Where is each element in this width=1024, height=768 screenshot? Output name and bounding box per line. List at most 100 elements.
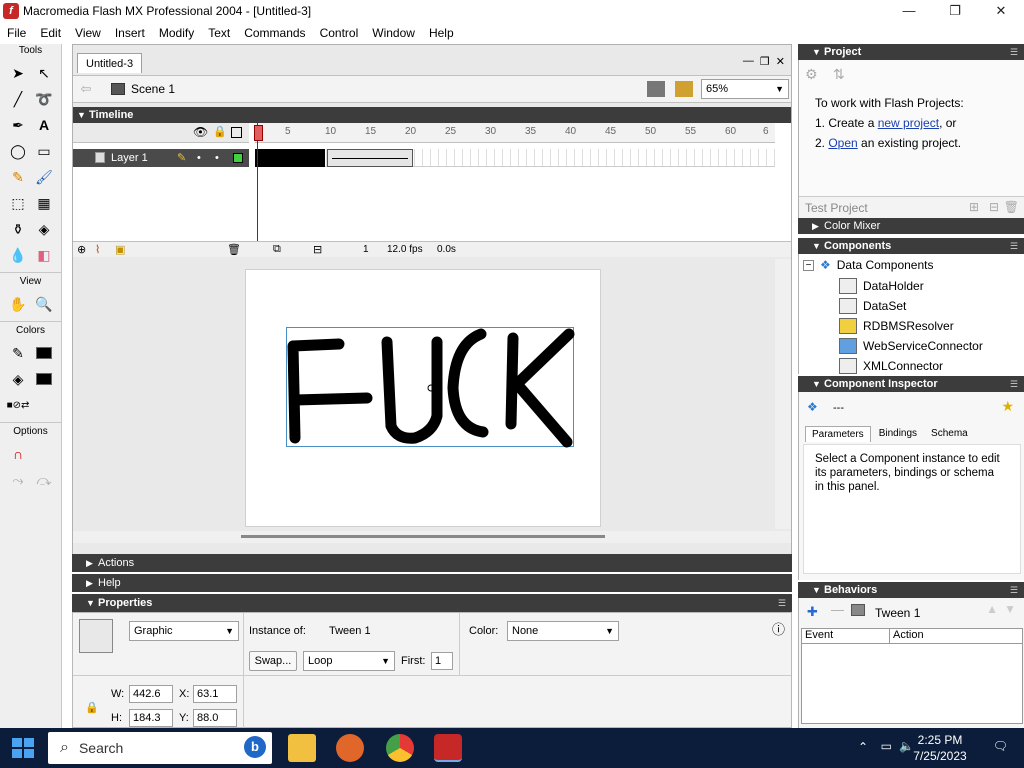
- menu-file[interactable]: File: [0, 26, 33, 40]
- menu-help[interactable]: Help: [422, 26, 461, 40]
- default-colors-icon[interactable]: ■⊘⇄: [5, 392, 31, 418]
- outline-icon[interactable]: [231, 127, 242, 138]
- add-behavior-icon[interactable]: ✚: [807, 604, 818, 620]
- add-guide-icon[interactable]: ⌇: [95, 243, 100, 256]
- doc-close-icon[interactable]: ✕: [776, 55, 785, 68]
- eye-icon[interactable]: 👁: [193, 125, 208, 139]
- straighten-icon[interactable]: ⤼: [31, 467, 57, 493]
- tab-schema[interactable]: Schema: [925, 426, 974, 442]
- tween-span-1[interactable]: [255, 149, 325, 167]
- doc-minimize-icon[interactable]: —: [743, 55, 754, 68]
- actions-panel-header[interactable]: ▶ Actions: [72, 554, 792, 572]
- file-explorer-icon[interactable]: [288, 734, 316, 762]
- menu-text[interactable]: Text: [201, 26, 237, 40]
- stroke-color-swatch[interactable]: [31, 340, 57, 366]
- pencil-tool-icon[interactable]: ✎: [5, 164, 31, 190]
- open-project-link[interactable]: Open: [828, 136, 857, 150]
- menu-commands[interactable]: Commands: [237, 26, 312, 40]
- playhead[interactable]: [254, 123, 263, 255]
- tab-bindings[interactable]: Bindings: [873, 426, 923, 442]
- doc-restore-icon[interactable]: ❐: [760, 55, 770, 68]
- rectangle-tool-icon[interactable]: ▭: [31, 138, 57, 164]
- scene-name[interactable]: Scene 1: [131, 82, 175, 96]
- free-transform-tool-icon[interactable]: ⬚: [5, 190, 31, 216]
- lock-icon[interactable]: 🔒: [85, 701, 99, 714]
- move-down-icon[interactable]: ▼: [1004, 602, 1016, 616]
- frame-rate[interactable]: 12.0 fps: [387, 244, 423, 255]
- menu-insert[interactable]: Insert: [108, 26, 152, 40]
- flash-taskbar-icon[interactable]: [434, 734, 462, 762]
- eyedropper-tool-icon[interactable]: 💧: [5, 242, 31, 268]
- chrome-icon[interactable]: [386, 734, 414, 762]
- help-icon[interactable]: ⓘ: [772, 619, 785, 638]
- stage[interactable]: [245, 269, 601, 527]
- lock-icon[interactable]: 🔒: [213, 125, 227, 138]
- new-project-link[interactable]: new project: [878, 116, 939, 130]
- visible-dot-icon[interactable]: •: [197, 149, 201, 167]
- outline-color-icon[interactable]: [233, 153, 243, 163]
- test-project-button[interactable]: Test Project: [805, 201, 868, 215]
- arrow-tool-icon[interactable]: ➤: [5, 60, 31, 86]
- chevron-up-icon[interactable]: ⌃: [858, 740, 868, 754]
- stage-horizontal-scrollbar[interactable]: [73, 531, 791, 543]
- notification-icon[interactable]: 🗨: [993, 739, 1008, 753]
- close-button[interactable]: ✕: [978, 0, 1024, 22]
- move-up-icon[interactable]: ▲: [986, 602, 998, 616]
- delete-icon[interactable]: 🗑: [1004, 200, 1019, 214]
- paint-bucket-tool-icon[interactable]: ◈: [31, 216, 57, 242]
- height-field[interactable]: 184.3: [129, 709, 173, 727]
- color-effect-select[interactable]: None ▼: [507, 621, 619, 641]
- timeline-header[interactable]: Timeline: [73, 107, 791, 123]
- network-icon[interactable]: ▭: [881, 739, 892, 753]
- back-arrow-icon[interactable]: ⇦: [73, 81, 99, 97]
- component-item[interactable]: XMLConnector: [839, 358, 943, 374]
- layer-row[interactable]: Layer 1 ✎ • •: [73, 149, 249, 167]
- lock-dot-icon[interactable]: •: [215, 149, 219, 167]
- component-item[interactable]: DataHolder: [839, 278, 924, 294]
- add-folder-icon[interactable]: ▣: [115, 243, 125, 256]
- loop-select[interactable]: Loop ▼: [303, 651, 395, 671]
- help-panel-header[interactable]: ▶ Help: [72, 574, 792, 592]
- layer-frames[interactable]: [255, 149, 775, 167]
- layer-name[interactable]: Layer 1: [111, 152, 148, 164]
- trash-icon[interactable]: 🗑: [227, 243, 241, 256]
- add-folder-icon[interactable]: ⊟: [989, 200, 999, 214]
- component-inspector-header[interactable]: ▼ Component Inspector ☰: [798, 376, 1024, 392]
- project-settings-icon[interactable]: ⚙: [805, 66, 818, 83]
- tween-span-2[interactable]: [327, 149, 413, 167]
- zoom-select[interactable]: 65% ▼: [701, 79, 789, 99]
- taskbar-search[interactable]: ⌕ Search b: [48, 732, 272, 764]
- y-field[interactable]: 88.0: [193, 709, 237, 727]
- edit-multiple-icon[interactable]: ⊟: [313, 243, 322, 256]
- menu-control[interactable]: Control: [313, 26, 366, 40]
- edit-symbols-icon[interactable]: [675, 81, 693, 97]
- snap-magnet-icon[interactable]: ∩: [5, 441, 31, 467]
- add-file-icon[interactable]: ⊞: [969, 200, 979, 214]
- pen-tool-icon[interactable]: ✒: [5, 112, 31, 138]
- fill-transform-tool-icon[interactable]: ▦: [31, 190, 57, 216]
- star-icon[interactable]: ★: [1001, 398, 1014, 415]
- project-panel-header[interactable]: ▼ Project ☰: [798, 44, 1024, 60]
- menu-edit[interactable]: Edit: [33, 26, 68, 40]
- symbol-behavior-select[interactable]: Graphic ▼: [129, 621, 239, 641]
- smooth-icon[interactable]: ⤳: [5, 467, 31, 493]
- width-field[interactable]: 442.6: [129, 685, 173, 703]
- ink-bottle-tool-icon[interactable]: ⚱: [5, 216, 31, 242]
- windows-start-icon[interactable]: [12, 738, 34, 758]
- document-tab[interactable]: Untitled-3: [77, 53, 143, 73]
- hand-tool-icon[interactable]: ✋: [5, 291, 31, 317]
- action-column-header[interactable]: Action: [890, 629, 924, 643]
- properties-panel-header[interactable]: ▼ Properties ☰: [72, 594, 792, 612]
- bing-icon[interactable]: b: [244, 736, 266, 758]
- eraser-tool-icon[interactable]: ◧: [31, 242, 57, 268]
- zoom-tool-icon[interactable]: 🔍: [31, 291, 57, 317]
- tab-parameters[interactable]: Parameters: [805, 426, 871, 442]
- event-column-header[interactable]: Event: [802, 629, 890, 643]
- remove-behavior-icon[interactable]: —: [831, 602, 844, 617]
- menu-view[interactable]: View: [68, 26, 108, 40]
- selected-instance[interactable]: [286, 327, 575, 448]
- component-item[interactable]: RDBMSResolver: [839, 318, 954, 334]
- minimize-button[interactable]: —: [886, 0, 932, 22]
- menu-modify[interactable]: Modify: [152, 26, 201, 40]
- firefox-icon[interactable]: [336, 734, 364, 762]
